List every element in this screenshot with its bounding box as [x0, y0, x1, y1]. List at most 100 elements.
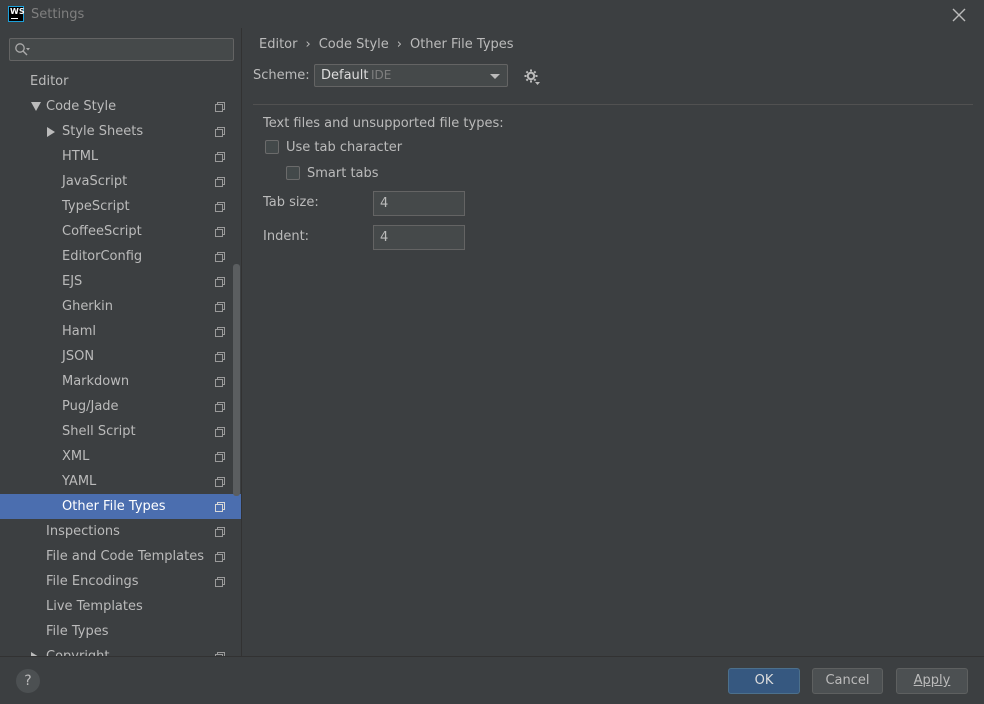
- window-title: Settings: [31, 7, 85, 22]
- sidebar-item-label: Inspections: [46, 524, 120, 539]
- sidebar-item-editorconfig[interactable]: EditorConfig: [0, 244, 241, 269]
- sidebar-item-label: Haml: [62, 324, 97, 339]
- project-copy-icon: [215, 327, 225, 337]
- sidebar-item-gherkin[interactable]: Gherkin: [0, 294, 241, 319]
- project-copy-icon: [215, 527, 225, 537]
- scheme-actions-button[interactable]: [523, 68, 541, 86]
- sidebar-item-javascript[interactable]: JavaScript: [0, 169, 241, 194]
- sidebar-item-pug-jade[interactable]: Pug/Jade: [0, 394, 241, 419]
- sidebar-item-label: JSON: [62, 349, 95, 364]
- smart-tabs-option[interactable]: Smart tabs: [286, 164, 379, 182]
- project-copy-icon: [215, 102, 225, 112]
- sidebar-item-label: EJS: [62, 274, 83, 289]
- sidebar-item-label: Code Style: [46, 99, 117, 114]
- sidebar-item-label: File Types: [46, 624, 109, 639]
- sidebar-item-shell-script[interactable]: Shell Script: [0, 419, 241, 444]
- sidebar-item-markdown[interactable]: Markdown: [0, 369, 241, 394]
- search-input[interactable]: [9, 38, 234, 61]
- expand-arrow-right-icon[interactable]: [47, 127, 55, 137]
- breadcrumb-separator: ›: [305, 37, 311, 52]
- indent-input[interactable]: 4: [373, 225, 465, 250]
- sidebar-item-editor[interactable]: Editor: [0, 69, 241, 94]
- sidebar-item-ejs[interactable]: EJS: [0, 269, 241, 294]
- webstorm-logo-icon: WS: [8, 6, 25, 22]
- breadcrumb-item-editor[interactable]: Editor: [259, 37, 297, 52]
- settings-content: Editor › Code Style › Other File Types Schem…: [242, 28, 984, 656]
- project-copy-icon: [215, 377, 225, 387]
- use-tab-character-checkbox[interactable]: [265, 140, 279, 154]
- chevron-down-icon: [490, 74, 500, 79]
- tab-size-input[interactable]: 4: [373, 191, 465, 216]
- sidebar-item-label: JavaScript: [62, 174, 128, 189]
- sidebar-item-file-encodings[interactable]: File Encodings: [0, 569, 241, 594]
- project-copy-icon: [215, 477, 225, 487]
- sidebar-item-label: TypeScript: [62, 199, 130, 214]
- apply-button[interactable]: Apply: [896, 668, 968, 694]
- sidebar-item-label: Editor: [30, 74, 69, 89]
- project-copy-icon: [215, 352, 225, 362]
- project-copy-icon: [215, 202, 225, 212]
- sidebar-item-label: EditorConfig: [62, 249, 143, 264]
- indent-label: Indent:: [263, 229, 310, 244]
- project-copy-icon: [215, 402, 225, 412]
- breadcrumb: Editor › Code Style › Other File Types: [259, 37, 514, 52]
- sidebar-scrollbar[interactable]: [233, 264, 240, 496]
- smart-tabs-label: Smart tabs: [307, 165, 379, 181]
- scheme-tag: IDE: [371, 68, 392, 82]
- sidebar-item-coffeescript[interactable]: CoffeeScript: [0, 219, 241, 244]
- sidebar-item-xml[interactable]: XML: [0, 444, 241, 469]
- help-button[interactable]: ?: [16, 669, 40, 693]
- sidebar-item-label: Markdown: [62, 374, 130, 389]
- breadcrumb-separator: ›: [396, 37, 402, 52]
- sidebar-item-label: Style Sheets: [62, 124, 144, 139]
- project-copy-icon: [215, 277, 225, 287]
- search-icon: [15, 43, 30, 56]
- sidebar-item-file-and-code-templates[interactable]: File and Code Templates: [0, 544, 241, 569]
- sidebar-item-label: YAML: [62, 474, 97, 489]
- sidebar-item-style-sheets[interactable]: Style Sheets: [0, 119, 241, 144]
- use-tab-character-option[interactable]: Use tab character: [265, 138, 402, 156]
- settings-tree: Editor Code Style Style Sheets HTML JavaScri…: [0, 69, 241, 656]
- dialog-footer: ? OK Cancel Apply: [0, 656, 984, 704]
- project-copy-icon: [215, 427, 225, 437]
- sidebar-item-other-file-types[interactable]: Other File Types: [0, 494, 241, 519]
- section-title: Text files and unsupported file types:: [263, 116, 504, 131]
- sidebar-item-label: Live Templates: [46, 599, 143, 614]
- smart-tabs-checkbox[interactable]: [286, 166, 300, 180]
- sidebar-item-label: Copyright: [46, 644, 110, 656]
- ok-button[interactable]: OK: [728, 668, 800, 694]
- apply-label: Apply: [913, 673, 951, 688]
- expand-arrow-down-icon[interactable]: [31, 102, 41, 111]
- sidebar-item-typescript[interactable]: TypeScript: [0, 194, 241, 219]
- sidebar-item-haml[interactable]: Haml: [0, 319, 241, 344]
- sidebar-item-label: XML: [62, 449, 90, 464]
- sidebar-item-label: Other File Types: [62, 499, 166, 514]
- sidebar-item-live-templates[interactable]: Live Templates: [0, 594, 241, 619]
- sidebar-item-label: HTML: [62, 149, 99, 164]
- divider: [253, 104, 973, 105]
- project-copy-icon: [215, 227, 225, 237]
- settings-sidebar: Editor Code Style Style Sheets HTML JavaScri…: [0, 28, 242, 656]
- cancel-button[interactable]: Cancel: [812, 668, 883, 694]
- breadcrumb-item-code-style[interactable]: Code Style: [319, 37, 389, 52]
- title-bar: WS Settings: [0, 0, 984, 28]
- close-icon: [952, 8, 966, 22]
- project-copy-icon: [215, 502, 225, 512]
- scheme-dropdown[interactable]: Default IDE: [314, 64, 508, 87]
- tab-size-label: Tab size:: [263, 195, 319, 210]
- sidebar-item-label: File Encodings: [46, 574, 139, 589]
- sidebar-item-file-types[interactable]: File Types: [0, 619, 241, 644]
- sidebar-item-code-style[interactable]: Code Style: [0, 94, 241, 119]
- sidebar-item-label: Gherkin: [62, 299, 114, 314]
- close-button[interactable]: [948, 4, 970, 26]
- sidebar-item-inspections[interactable]: Inspections: [0, 519, 241, 544]
- sidebar-item-copyright[interactable]: Copyright: [0, 644, 241, 656]
- breadcrumb-item-other-file-types: Other File Types: [409, 37, 514, 52]
- project-copy-icon: [215, 127, 225, 137]
- sidebar-item-yaml[interactable]: YAML: [0, 469, 241, 494]
- sidebar-item-html[interactable]: HTML: [0, 144, 241, 169]
- sidebar-item-label: CoffeeScript: [62, 224, 142, 239]
- project-copy-icon: [215, 152, 225, 162]
- sidebar-item-json[interactable]: JSON: [0, 344, 241, 369]
- scheme-value: Default: [321, 68, 369, 83]
